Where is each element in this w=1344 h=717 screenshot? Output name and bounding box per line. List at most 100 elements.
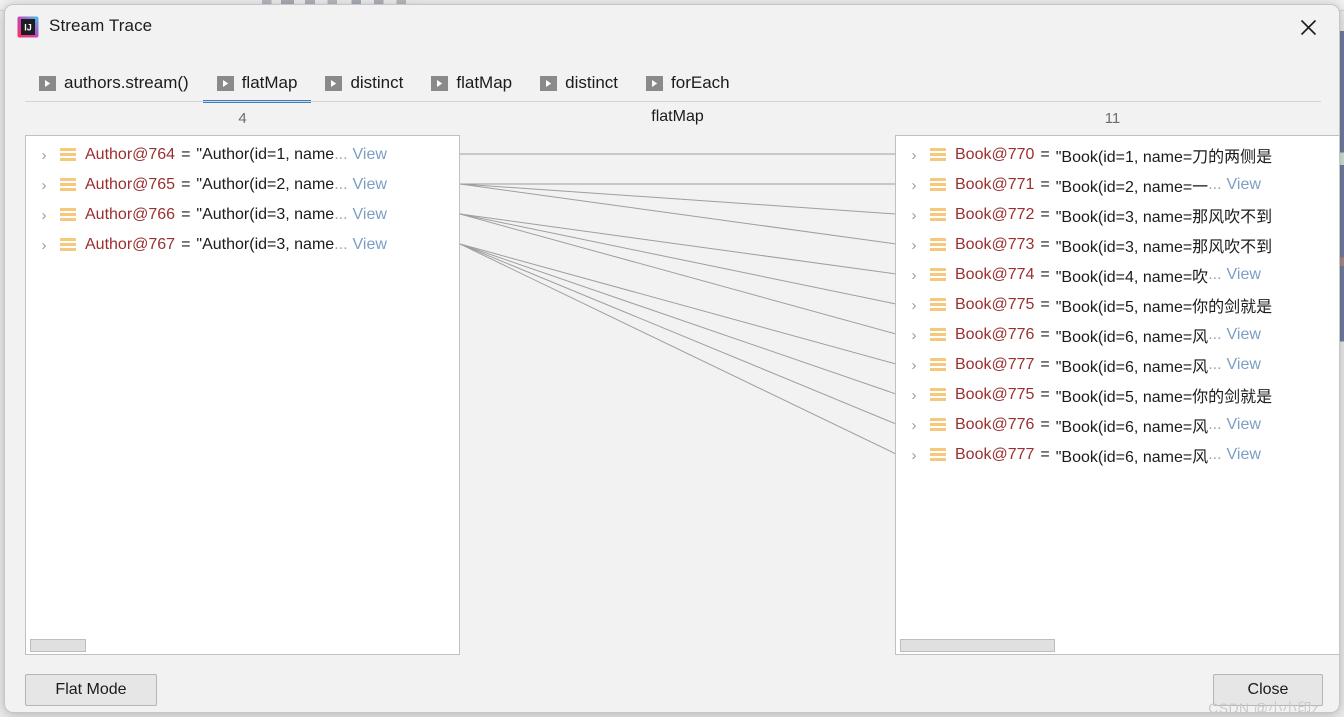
object-reference-label: Book@776 bbox=[955, 416, 1035, 433]
connector-line bbox=[460, 243, 896, 395]
object-node-icon bbox=[930, 388, 946, 402]
object-node-icon bbox=[930, 208, 946, 222]
table-row[interactable]: › Author@765 = "Author(id=2, name... View bbox=[26, 170, 459, 200]
object-reference-label: Book@775 bbox=[955, 386, 1035, 403]
tab-flatmap-1[interactable]: flatMap bbox=[202, 64, 312, 103]
view-link[interactable]: View bbox=[353, 176, 387, 194]
tab-distinct-2[interactable]: distinct bbox=[311, 64, 417, 102]
tab-foreach-5[interactable]: forEach bbox=[632, 64, 744, 102]
object-value-label: "Book(id=1, name=刀的两侧是 bbox=[1055, 149, 1273, 166]
equals-sign: = bbox=[1040, 386, 1050, 403]
operation-label: flatMap bbox=[651, 108, 704, 125]
table-row[interactable]: › Book@770 = "Book(id=1, name=刀的两侧是 bbox=[896, 140, 1339, 170]
chevron-right-icon[interactable]: › bbox=[904, 357, 924, 374]
object-node-icon bbox=[60, 208, 76, 222]
view-link[interactable]: View bbox=[1227, 326, 1261, 344]
equals-sign: = bbox=[181, 146, 191, 163]
view-link[interactable]: View bbox=[1227, 446, 1261, 464]
equals-sign: = bbox=[181, 236, 191, 253]
table-row[interactable]: › Author@766 = "Author(id=3, name... View bbox=[26, 200, 459, 230]
play-icon bbox=[39, 75, 56, 91]
view-link[interactable]: View bbox=[353, 206, 387, 224]
table-row[interactable]: › Book@776 = "Book(id=6, name=风... View bbox=[896, 410, 1339, 440]
view-link[interactable]: View bbox=[353, 236, 387, 254]
right-horizontal-scrollbar[interactable] bbox=[897, 638, 1339, 653]
chevron-right-icon[interactable]: › bbox=[904, 267, 924, 284]
left-horizontal-scrollbar[interactable] bbox=[27, 638, 458, 653]
tab-distinct-4[interactable]: distinct bbox=[526, 64, 632, 102]
table-row[interactable]: › Book@771 = "Book(id=2, name=一... View bbox=[896, 170, 1339, 200]
connector-line bbox=[460, 243, 896, 425]
tab-label: distinct bbox=[350, 73, 404, 92]
title-bar: IJ Stream Trace bbox=[5, 5, 1339, 47]
tab-flatmap-3[interactable]: flatMap bbox=[417, 64, 526, 102]
chevron-right-icon[interactable]: › bbox=[904, 177, 924, 194]
play-icon bbox=[646, 75, 664, 91]
object-value-label: "Book(id=6, name=风 bbox=[1055, 419, 1209, 436]
play-icon bbox=[216, 75, 234, 91]
right-values-panel[interactable]: › Book@770 = "Book(id=1, name=刀的两侧是 › Book@77… bbox=[895, 135, 1339, 655]
chevron-right-icon[interactable]: › bbox=[34, 237, 54, 254]
table-row[interactable]: › Author@764 = "Author(id=1, name... View bbox=[26, 140, 459, 170]
right-scrollbar-thumb[interactable] bbox=[900, 639, 1055, 652]
chevron-right-icon[interactable]: › bbox=[904, 237, 924, 254]
object-value-label: "Author(id=1, name bbox=[196, 146, 335, 163]
table-row[interactable]: › Book@775 = "Book(id=5, name=你的剑就是 bbox=[896, 290, 1339, 320]
object-value-label: "Book(id=6, name=风 bbox=[1055, 359, 1209, 376]
object-value-label: "Author(id=3, name bbox=[196, 206, 335, 223]
chevron-right-icon[interactable]: › bbox=[904, 447, 924, 464]
chevron-right-icon[interactable]: › bbox=[904, 327, 924, 344]
chevron-right-icon[interactable]: › bbox=[904, 417, 924, 434]
object-reference-label: Book@772 bbox=[955, 206, 1035, 223]
table-row[interactable]: › Book@772 = "Book(id=3, name=那风吹不到 bbox=[896, 200, 1339, 230]
value-ellipsis: ... bbox=[334, 146, 348, 163]
chevron-right-icon[interactable]: › bbox=[904, 147, 924, 164]
connector-line bbox=[460, 243, 896, 455]
object-node-icon bbox=[60, 238, 76, 252]
left-scrollbar-thumb[interactable] bbox=[30, 639, 86, 652]
chevron-right-icon[interactable]: › bbox=[904, 387, 924, 404]
object-reference-label: Book@771 bbox=[955, 176, 1035, 193]
left-values-panel[interactable]: › Author@764 = "Author(id=1, name... View › Au… bbox=[25, 135, 460, 655]
table-row[interactable]: › Book@773 = "Book(id=3, name=那风吹不到 bbox=[896, 230, 1339, 260]
stream-trace-dialog: IJ Stream Trace authors.stream() flatMap d… bbox=[4, 4, 1340, 713]
flat-mode-button[interactable]: Flat Mode bbox=[25, 674, 157, 706]
table-row[interactable]: › Book@775 = "Book(id=5, name=你的剑就是 bbox=[896, 380, 1339, 410]
chevron-right-icon[interactable]: › bbox=[34, 147, 54, 164]
equals-sign: = bbox=[181, 206, 191, 223]
play-icon bbox=[325, 75, 343, 91]
tab-authorsstream-0[interactable]: authors.stream() bbox=[25, 64, 203, 102]
object-reference-label: Book@776 bbox=[955, 326, 1035, 343]
view-link[interactable]: View bbox=[1227, 356, 1261, 374]
view-link[interactable]: View bbox=[353, 146, 387, 164]
chevron-right-icon[interactable]: › bbox=[904, 297, 924, 314]
dialog-footer: Flat Mode Close CSDN @小小印z bbox=[5, 664, 1339, 712]
object-reference-label: Book@774 bbox=[955, 266, 1035, 283]
object-value-label: "Book(id=5, name=你的剑就是 bbox=[1055, 299, 1273, 316]
connector-line bbox=[460, 243, 896, 365]
value-ellipsis: ... bbox=[334, 206, 348, 223]
view-link[interactable]: View bbox=[1227, 416, 1261, 434]
table-row[interactable]: › Book@777 = "Book(id=6, name=风... View bbox=[896, 440, 1339, 470]
view-link[interactable]: View bbox=[1227, 266, 1261, 284]
chevron-right-icon[interactable]: › bbox=[34, 177, 54, 194]
tab-label: flatMap bbox=[456, 73, 513, 92]
object-value-label: "Author(id=3, name bbox=[196, 236, 335, 253]
table-row[interactable]: › Author@767 = "Author(id=3, name... View bbox=[26, 230, 459, 260]
right-panel-count: 11 bbox=[1104, 110, 1121, 127]
play-icon bbox=[540, 75, 558, 91]
view-link[interactable]: View bbox=[1227, 176, 1261, 194]
tab-label: authors.stream() bbox=[64, 73, 189, 92]
table-row[interactable]: › Book@777 = "Book(id=6, name=风... View bbox=[896, 350, 1339, 380]
close-icon[interactable] bbox=[1287, 10, 1329, 44]
object-node-icon bbox=[930, 418, 946, 432]
equals-sign: = bbox=[1040, 146, 1050, 163]
object-node-icon bbox=[930, 298, 946, 312]
value-ellipsis: ... bbox=[1208, 176, 1222, 193]
table-row[interactable]: › Book@774 = "Book(id=4, name=吹... View bbox=[896, 260, 1339, 290]
connector-line bbox=[460, 183, 896, 245]
svg-text:IJ: IJ bbox=[24, 23, 32, 33]
table-row[interactable]: › Book@776 = "Book(id=6, name=风... View bbox=[896, 320, 1339, 350]
chevron-right-icon[interactable]: › bbox=[904, 207, 924, 224]
chevron-right-icon[interactable]: › bbox=[34, 207, 54, 224]
